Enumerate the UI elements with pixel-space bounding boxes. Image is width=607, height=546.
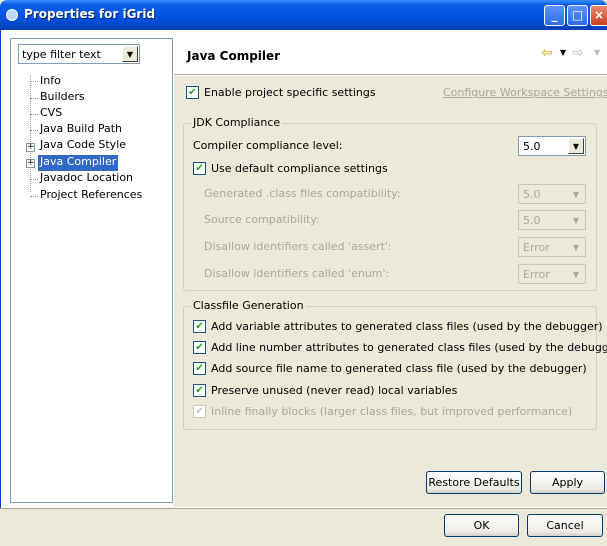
tree-connector: [30, 130, 38, 131]
tree-item-info[interactable]: Info: [40, 74, 61, 90]
window-title: Properties for iGrid: [24, 7, 156, 21]
back-arrow-icon[interactable]: ⇦: [541, 45, 553, 61]
tree-item-builders[interactable]: Builders: [40, 90, 85, 106]
forward-history-dropdown-icon: ▼: [594, 48, 601, 57]
compliance-level-value: 5.0: [523, 140, 541, 153]
configure-workspace-link[interactable]: Configure Workspace Settings...: [443, 86, 607, 99]
generated-class-compat-label: Generated .class files compatibility:: [204, 187, 401, 200]
ok-button[interactable]: OK: [444, 514, 519, 537]
add-variable-attributes-checkbox[interactable]: ✔: [193, 320, 206, 333]
chevron-down-icon: ▼: [568, 239, 584, 255]
restore-defaults-button[interactable]: Restore Defaults: [426, 471, 522, 494]
add-variable-attributes-label[interactable]: Add variable attributes to generated cla…: [211, 320, 603, 334]
disallow-enum-value: Error: [523, 268, 550, 281]
tree-item-javadoc-location[interactable]: Javadoc Location: [40, 171, 133, 187]
tree-guide-line: [30, 75, 31, 192]
compliance-level-select[interactable]: 5.0 ▼: [518, 136, 586, 156]
inline-finally-checkbox: ✔: [193, 405, 206, 418]
expand-java-compiler-icon[interactable]: +: [26, 159, 35, 168]
tree-item-java-build-path[interactable]: Java Build Path: [40, 122, 122, 138]
inline-finally-label: Inline finally blocks (larger class file…: [211, 405, 573, 418]
tree-connector: [30, 98, 38, 99]
disallow-assert-label: Disallow identifiers called 'assert':: [204, 240, 392, 253]
enable-project-checkbox[interactable]: ✔: [186, 86, 199, 99]
tree-item-cvs[interactable]: CVS: [40, 106, 62, 122]
enable-project-label[interactable]: Enable project specific settings: [204, 86, 376, 100]
add-line-number-label[interactable]: Add line number attributes to generated …: [211, 341, 607, 355]
tree-item-java-compiler[interactable]: Java Compiler: [38, 155, 119, 171]
add-line-number-checkbox[interactable]: ✔: [193, 341, 206, 354]
filter-input-text[interactable]: type filter text: [22, 48, 101, 61]
chevron-down-icon: ▼: [568, 186, 584, 202]
minimize-button[interactable]: _: [544, 5, 565, 26]
tree-connector: [30, 179, 38, 180]
disallow-assert-select: Error ▼: [518, 237, 586, 257]
chevron-down-icon[interactable]: ▼: [568, 138, 584, 154]
tree-item-java-code-style[interactable]: Java Code Style: [40, 138, 126, 154]
generated-class-compat-value: 5.0: [523, 188, 541, 201]
expand-java-code-style-icon[interactable]: +: [26, 143, 35, 152]
page-title: Java Compiler: [187, 49, 281, 63]
source-compat-value: 5.0: [523, 214, 541, 227]
cancel-button[interactable]: Cancel: [527, 514, 603, 537]
tree-connector: [30, 81, 38, 82]
generated-class-compat-select: 5.0 ▼: [518, 184, 586, 204]
tree-connector: [30, 196, 38, 197]
property-tree-panel: [10, 38, 173, 503]
close-button[interactable]: ×: [590, 5, 607, 26]
disallow-enum-select: Error ▼: [518, 264, 586, 284]
maximize-button[interactable]: □: [567, 5, 588, 26]
disallow-enum-label: Disallow identifiers called 'enum':: [204, 267, 390, 280]
forward-arrow-icon: ⇨: [572, 45, 584, 61]
jdk-compliance-title: JDK Compliance: [191, 116, 283, 129]
source-compat-label: Source compatibility:: [204, 213, 320, 226]
back-history-dropdown-icon[interactable]: ▼: [560, 48, 566, 57]
add-source-file-label[interactable]: Add source file name to generated class …: [211, 362, 587, 376]
use-default-compliance-label[interactable]: Use default compliance settings: [211, 162, 388, 176]
tree-item-project-references[interactable]: Project References: [40, 188, 142, 204]
compliance-level-label: Compiler compliance level:: [193, 139, 343, 152]
filter-dropdown-button[interactable]: ▼: [122, 46, 138, 62]
disallow-assert-value: Error: [523, 241, 550, 254]
preserve-unused-label[interactable]: Preserve unused (never read) local varia…: [211, 384, 457, 398]
chevron-down-icon: ▼: [568, 266, 584, 282]
add-source-file-checkbox[interactable]: ✔: [193, 362, 206, 375]
use-default-compliance-checkbox[interactable]: ✔: [193, 162, 206, 175]
preserve-unused-checkbox[interactable]: ✔: [193, 384, 206, 397]
tree-connector: [30, 114, 38, 115]
apply-button[interactable]: Apply: [530, 471, 605, 494]
window-icon: [6, 9, 18, 21]
classfile-generation-title: Classfile Generation: [191, 299, 306, 312]
chevron-down-icon: ▼: [568, 212, 584, 228]
source-compat-select: 5.0 ▼: [518, 210, 586, 230]
